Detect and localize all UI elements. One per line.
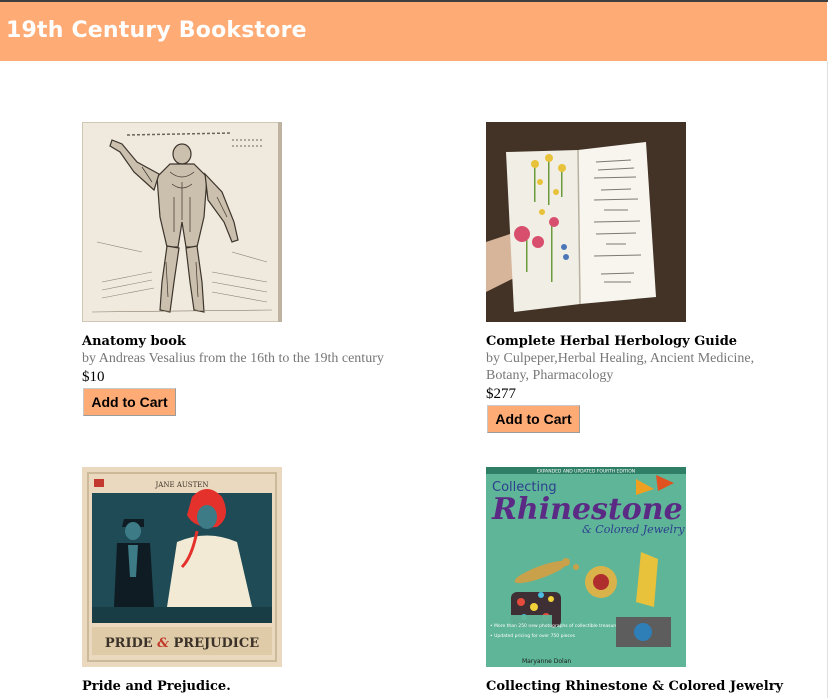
product-image-pride[interactable]: PRIDE & PREJUDICE JANE AUSTEN [82,467,282,667]
add-to-cart-button[interactable]: Add to Cart [487,405,580,433]
cover-author: Maryanne Dolan [522,658,571,665]
product-author: by Andreas Vesalius from the 16th to the… [82,351,384,366]
cover-bullet2: • Updated pricing for over 750 pieces [490,633,576,639]
product-image-rhinestone[interactable]: EXPANDED AND UPDATED FOURTH EDITION Coll… [486,467,686,667]
cover-title-text: PRIDE & PREJUDICE [105,636,259,651]
cover-line3: & Colored Jewelry [582,523,685,536]
product-title[interactable]: Pride and Prejudice. [82,678,402,695]
product-card-rhinestone: EXPANDED AND UPDATED FOURTH EDITION Coll… [486,467,806,695]
site-title[interactable]: 19th Century Bookstore [6,18,307,43]
cover-author-text: JANE AUSTEN [155,481,209,489]
product-price: $277 [486,386,516,402]
site-header: 19th Century Bookstore [0,2,827,61]
cover-banner-text: EXPANDED AND UPDATED FOURTH EDITION [537,469,635,475]
product-title[interactable]: Anatomy book [82,333,402,350]
product-card-herbal: Complete Herbal Herbology Guide by Culpe… [486,122,806,433]
cover-line2: Rhinestone [491,492,683,527]
product-author: by Culpeper,Herbal Healing, Ancient Medi… [486,351,755,383]
product-title[interactable]: Collecting Rhinestone & Colored Jewelry [486,678,806,695]
add-to-cart-button[interactable]: Add to Cart [83,388,176,416]
product-card-anatomy: Anatomy book by Andreas Vesalius from th… [82,122,402,416]
product-price: $10 [82,369,105,385]
cover-bullet1: • More than 250 new photographs of colle… [490,623,621,629]
product-card-pride: PRIDE & PREJUDICE JANE AUSTEN Pride and … [82,467,402,695]
product-image-anatomy[interactable] [82,122,282,322]
product-title[interactable]: Complete Herbal Herbology Guide [486,333,806,350]
product-image-herbal[interactable] [486,122,686,322]
